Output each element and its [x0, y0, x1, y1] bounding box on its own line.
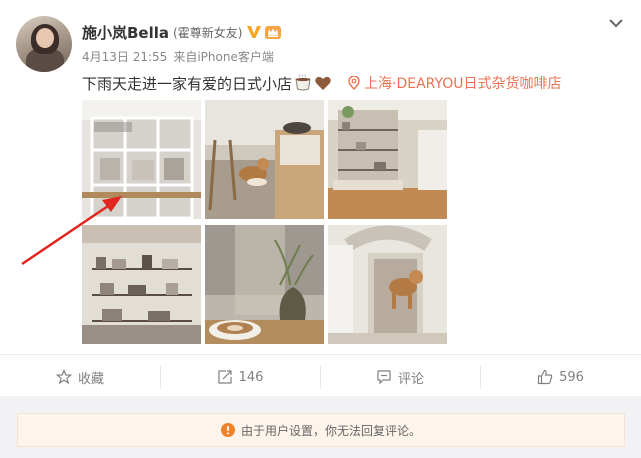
post-date[interactable]: 4月13日 21:55 [82, 48, 167, 65]
dog-in-shop-image [205, 100, 324, 219]
like-count: 596 [559, 369, 584, 385]
notice-text: 由于用户设置，你无法回复评论。 [240, 423, 421, 438]
dog-doorway-image [328, 225, 447, 344]
post-image-5[interactable] [205, 225, 324, 344]
post-image-2[interactable] [205, 100, 324, 219]
coffee-cup-icon [295, 74, 311, 91]
comment-button[interactable]: 评论 [320, 360, 480, 394]
brown-heart-icon [315, 76, 331, 90]
post-source: iPhone客户端 [197, 50, 274, 64]
coffee-plant-image [205, 225, 324, 344]
divider [0, 354, 641, 355]
chevron-down-icon[interactable] [605, 14, 627, 32]
action-divider [320, 365, 321, 389]
repost-count: 146 [238, 369, 264, 385]
action-divider [480, 365, 481, 389]
repost-icon [217, 370, 232, 384]
location-text: 上海·DEARYOU日式杂货咖啡店 [364, 76, 562, 92]
verified-v-icon [247, 26, 262, 38]
post-meta: 4月13日 21:55 来自 iPhone客户端 [82, 48, 280, 65]
location-pin-icon [348, 76, 360, 90]
red-annotation-arrow [21, 196, 122, 266]
source-prefix: 来自 [173, 50, 198, 64]
author-name[interactable]: 施小岚Bella [82, 22, 169, 43]
post-text-row: 下雨天走进一家有爱的日式小店 [82, 71, 332, 95]
post-image-6[interactable] [328, 225, 447, 344]
comment-restriction-notice: 由于用户设置，你无法回复评论。 [17, 413, 625, 447]
star-icon [55, 369, 72, 385]
image-grid [82, 100, 449, 344]
location-link[interactable]: 上海·DEARYOU日式杂货咖啡店 [348, 71, 562, 95]
thumbs-up-icon [537, 369, 553, 385]
author-row: 施小岚Bella (霍尊新女友) [82, 22, 282, 42]
favorite-label: 收藏 [77, 371, 104, 387]
warning-icon [220, 423, 235, 437]
avatar[interactable] [16, 16, 72, 72]
author-tagline: (霍尊新女友) [173, 25, 243, 40]
comment-icon [377, 370, 391, 385]
shelves-image [328, 100, 447, 219]
favorite-button[interactable]: 收藏 [0, 360, 160, 394]
comment-label: 评论 [397, 371, 424, 387]
repost-button[interactable]: 146 [160, 360, 320, 394]
post-text: 下雨天走进一家有爱的日式小店 [82, 74, 293, 93]
action-divider [160, 365, 161, 389]
post-image-3[interactable] [328, 100, 447, 219]
vip-crown-icon[interactable] [264, 23, 282, 41]
like-button[interactable]: 596 [480, 360, 641, 394]
weibo-post-card: 施小岚Bella (霍尊新女友) 4月13日 21:55 来自 iPhone客户… [0, 0, 641, 458]
